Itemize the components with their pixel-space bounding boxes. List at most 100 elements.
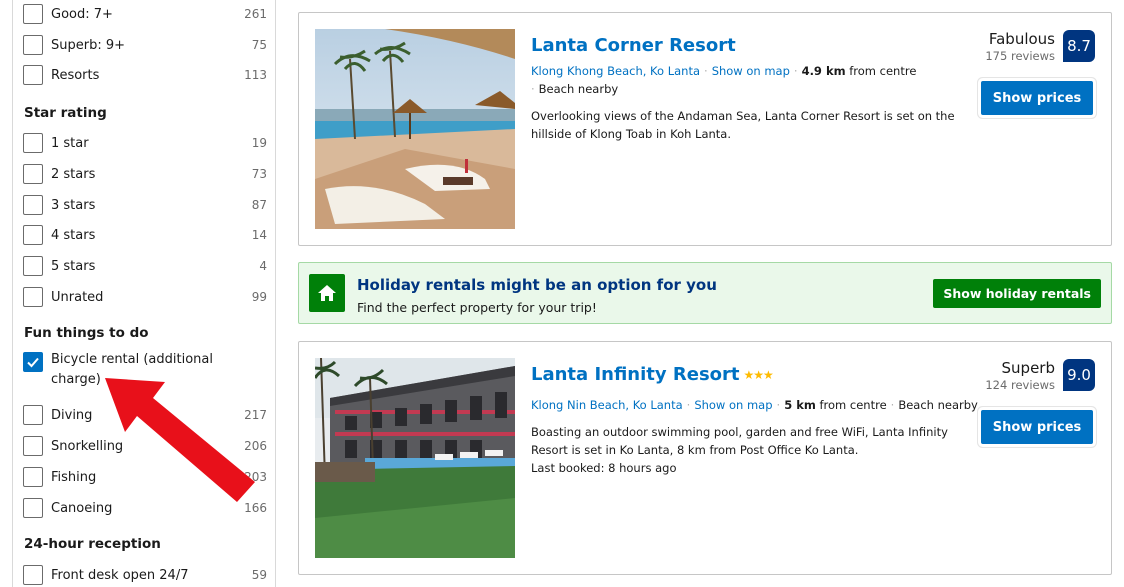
resort-building-image (315, 358, 515, 558)
checkbox[interactable] (23, 565, 43, 585)
filter-3-stars[interactable]: 3 stars 87 (23, 193, 267, 217)
show-on-map-link[interactable]: Show on map (694, 398, 772, 412)
filter-label: 5 stars (51, 258, 96, 274)
filter-label: 4 stars (51, 227, 96, 243)
show-holiday-rentals-button[interactable]: Show holiday rentals (933, 279, 1101, 308)
review-count: 124 reviews (985, 378, 1055, 392)
filter-label: Bicycle rental (additional charge) (51, 350, 267, 390)
score-badge: 8.7 (1063, 30, 1095, 62)
distance: 4.9 km (801, 64, 846, 78)
location-link[interactable]: Klong Nin Beach, Ko Lanta (531, 398, 683, 412)
filter-label: 3 stars (51, 197, 96, 213)
beach-nearby: Beach nearby (538, 82, 619, 96)
checkbox[interactable] (23, 65, 43, 85)
filter-1-star[interactable]: 1 star 19 (23, 131, 267, 155)
filter-canoeing[interactable]: Canoeing 166 (23, 496, 267, 520)
filter-sidebar: Good: 7+ 261 Superb: 9+ 75 Resorts 113 S… (12, 0, 276, 587)
filter-count: 99 (251, 290, 267, 304)
banner-title: Holiday rentals might be an option for y… (357, 276, 717, 294)
filter-label: Canoeing (51, 500, 113, 516)
filter-label-line2: charge) (51, 372, 101, 387)
hotel-card: Lanta Infinity Resort ★★★ Klong Nin Beach… (298, 341, 1112, 575)
filter-count: 203 (244, 470, 267, 484)
checkbox[interactable] (23, 225, 43, 245)
filter-label: Good: 7+ (51, 6, 113, 22)
location-line: Klong Nin Beach, Ko Lanta · Show on map · 5 … (531, 398, 978, 412)
hotel-card: Lanta Corner Resort Klong Khong Beach, K… (298, 12, 1112, 246)
banner-subtitle: Find the perfect property for your trip! (357, 300, 597, 315)
checkbox[interactable] (23, 35, 43, 55)
hotel-name-link[interactable]: Lanta Corner Resort (531, 35, 736, 56)
checkbox[interactable] (23, 436, 43, 456)
filter-2-stars[interactable]: 2 stars 73 (23, 162, 267, 186)
filter-label: Superb: 9+ (51, 37, 126, 53)
filter-label: Fishing (51, 469, 97, 485)
section-title-24h-reception: 24-hour reception (24, 536, 161, 552)
checkbox[interactable] (23, 195, 43, 215)
filter-count: 87 (251, 198, 267, 212)
section-title-fun-things: Fun things to do (24, 325, 149, 341)
holiday-rentals-banner: Holiday rentals might be an option for y… (298, 262, 1112, 324)
hotel-description: Boasting an outdoor swimming pool, garde… (531, 425, 948, 457)
filter-label-line1: Bicycle rental (additional (51, 352, 213, 367)
checkbox[interactable] (23, 498, 43, 518)
filter-diving[interactable]: Diving 217 (23, 403, 267, 427)
filter-count: 4 (259, 259, 267, 273)
show-prices-button[interactable]: Show prices (981, 410, 1093, 444)
filter-5-stars[interactable]: 5 stars 4 (23, 254, 267, 278)
filter-label: Diving (51, 407, 93, 423)
rating-word: Superb (1001, 359, 1055, 377)
filter-count: 217 (244, 408, 267, 422)
hotel-name-text[interactable]: Lanta Infinity Resort (531, 364, 740, 385)
hotel-photo[interactable] (315, 358, 515, 558)
checkbox[interactable] (23, 405, 43, 425)
hotel-description: Overlooking views of the Andaman Sea, La… (531, 109, 955, 141)
checkbox[interactable] (23, 164, 43, 184)
filter-label: Front desk open 24/7 (51, 567, 189, 583)
star-rating-icons: ★★★ (743, 368, 774, 382)
review-count: 175 reviews (985, 49, 1055, 63)
filter-bicycle-rental[interactable]: Bicycle rental (additional charge) (23, 352, 267, 394)
filter-label: 2 stars (51, 166, 96, 182)
resort-pool-image (315, 29, 515, 229)
filter-good-7[interactable]: Good: 7+ 261 (23, 2, 267, 26)
filter-front-desk-24-7[interactable]: Front desk open 24/7 59 (23, 563, 267, 587)
beach-line: · Beach nearby (531, 82, 619, 96)
last-booked: Last booked: 8 hours ago (531, 461, 677, 475)
hotel-name-link[interactable]: Lanta Infinity Resort ★★★ (531, 364, 774, 385)
filter-fishing[interactable]: Fishing 203 (23, 465, 267, 489)
filter-count: 75 (251, 38, 267, 52)
filter-count: 261 (244, 7, 267, 21)
location-link[interactable]: Klong Khong Beach, Ko Lanta (531, 64, 700, 78)
checkbox[interactable] (23, 467, 43, 487)
filter-superb-9[interactable]: Superb: 9+ 75 (23, 33, 267, 57)
hotel-photo[interactable] (315, 29, 515, 229)
filter-snorkelling[interactable]: Snorkelling 206 (23, 434, 267, 458)
rating-word: Fabulous (988, 30, 1055, 48)
section-title-star-rating: Star rating (24, 105, 107, 121)
home-icon (309, 274, 345, 312)
filter-label: 1 star (51, 135, 89, 151)
show-prices-button[interactable]: Show prices (981, 81, 1093, 115)
checkbox-checked[interactable] (23, 352, 43, 372)
location-line: Klong Khong Beach, Ko Lanta · Show on map ·… (531, 64, 917, 78)
filter-count: 166 (244, 501, 267, 515)
checkbox[interactable] (23, 133, 43, 153)
filter-unrated[interactable]: Unrated 99 (23, 285, 267, 309)
filter-label: Resorts (51, 67, 100, 83)
filter-count: 59 (251, 568, 267, 582)
checkbox[interactable] (23, 287, 43, 307)
filter-count: 14 (251, 228, 267, 242)
checkbox[interactable] (23, 4, 43, 24)
checkbox[interactable] (23, 256, 43, 276)
score-badge: 9.0 (1063, 359, 1095, 391)
filter-4-stars[interactable]: 4 stars 14 (23, 223, 267, 247)
filter-count: 206 (244, 439, 267, 453)
filter-count: 73 (251, 167, 267, 181)
beach-nearby: Beach nearby (898, 398, 978, 412)
filter-label: Snorkelling (51, 438, 124, 454)
distance-suffix: from centre (819, 398, 887, 412)
filter-resorts[interactable]: Resorts 113 (23, 63, 267, 87)
show-on-map-link[interactable]: Show on map (712, 64, 790, 78)
checkmark-icon (27, 357, 39, 368)
